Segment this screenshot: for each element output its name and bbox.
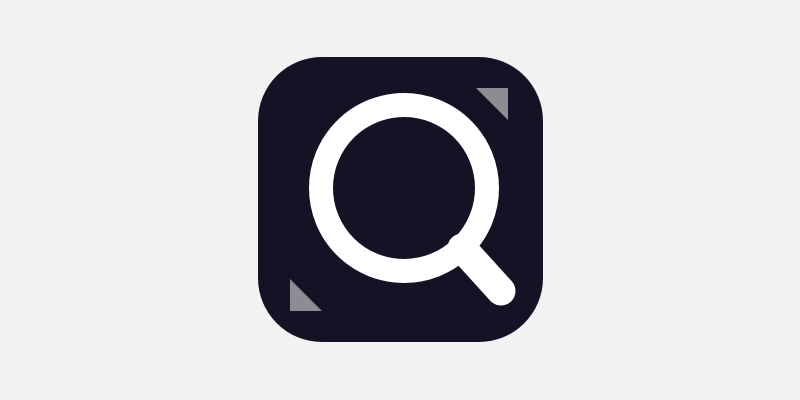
app-icon-graphic <box>258 57 543 342</box>
app-icon[interactable] <box>258 57 543 342</box>
